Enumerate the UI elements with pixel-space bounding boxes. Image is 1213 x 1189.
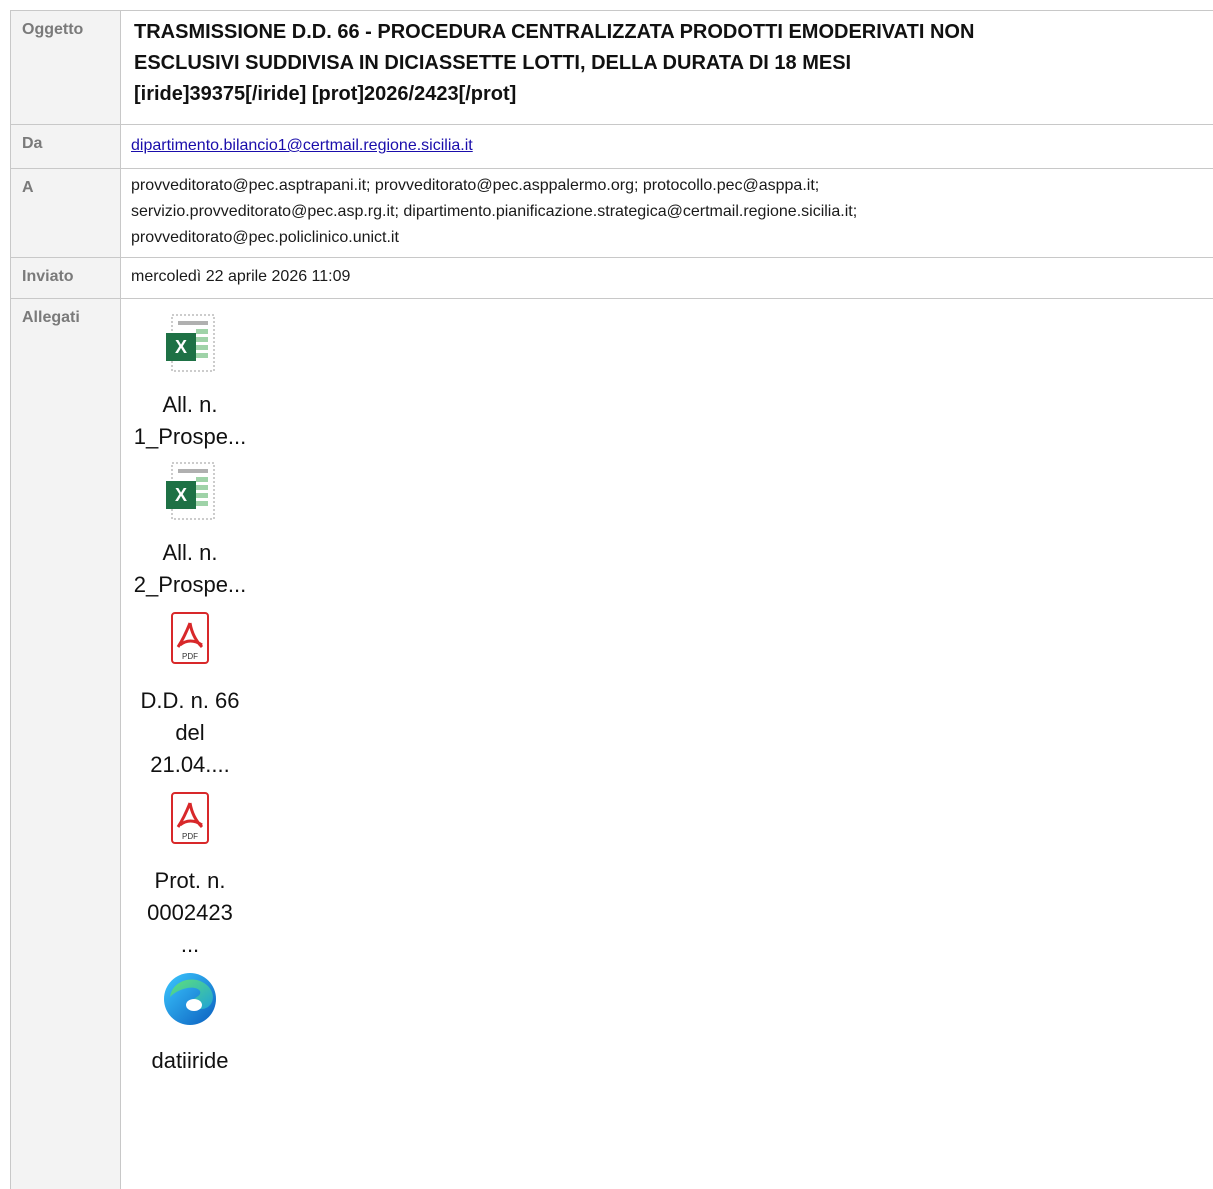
attachment-name-line-1: D.D. n. 66: [140, 688, 240, 713]
attachments-row: Allegati X All. n. 1_Prospe... X All. n.…: [10, 299, 1213, 1189]
svg-text:X: X: [175, 337, 187, 357]
attachment-name[interactable]: D.D. n. 66 del 21.04....: [135, 685, 245, 781]
attachment-name-line-1: datiiride: [151, 1048, 229, 1073]
svg-text:X: X: [175, 485, 187, 505]
from-label: Da: [10, 125, 121, 168]
subject-line-3: [iride]39375[/iride] [prot]2026/2423[/pr…: [134, 83, 517, 105]
attachment-item[interactable]: PDF Prot. n. 0002423 ...: [135, 787, 245, 967]
pdf-file-icon[interactable]: PDF: [158, 607, 222, 671]
attachment-name-line-2: 2_Prospe...: [133, 572, 247, 597]
attachment-name-line-2: 0002423 ...: [147, 900, 233, 957]
attachments-list: X All. n. 1_Prospe... X All. n. 2_Prospe…: [121, 299, 1213, 1189]
excel-file-icon[interactable]: X: [158, 459, 222, 523]
to-label: A: [10, 169, 121, 257]
attachment-name[interactable]: datiiride: [151, 1045, 228, 1077]
from-value-cell: dipartimento.bilancio1@certmail.regione.…: [121, 125, 1213, 168]
subject-value: TRASMISSIONE D.D. 66 - PROCEDURA CENTRAL…: [121, 11, 1213, 124]
to-line-3: provveditorato@pec.policlinico.unict.it: [131, 229, 399, 246]
svg-text:PDF: PDF: [182, 832, 198, 841]
attachment-name-line-1: Prot. n.: [154, 868, 226, 893]
subject-row: Oggetto TRASMISSIONE D.D. 66 - PROCEDURA…: [10, 10, 1213, 125]
attachment-item[interactable]: datiiride: [135, 967, 245, 1083]
attachment-name[interactable]: All. n. 1_Prospe...: [134, 389, 247, 453]
to-row: A provveditorato@pec.asptrapani.it; prov…: [10, 169, 1213, 258]
to-line-1: provveditorato@pec.asptrapani.it; provve…: [131, 177, 820, 194]
email-header-table: Oggetto TRASMISSIONE D.D. 66 - PROCEDURA…: [10, 10, 1213, 1189]
from-row: Da dipartimento.bilancio1@certmail.regio…: [10, 125, 1213, 169]
edge-browser-icon[interactable]: [158, 967, 222, 1031]
attachment-name-line-1: All. n.: [162, 392, 218, 417]
subject-label: Oggetto: [10, 11, 121, 124]
subject-line-1: TRASMISSIONE D.D. 66 - PROCEDURA CENTRAL…: [134, 21, 975, 43]
subject-line-2: ESCLUSIVI SUDDIVISA IN DICIASSETTE LOTTI…: [134, 52, 852, 74]
attachment-name-line-2: 1_Prospe...: [133, 424, 247, 449]
to-line-2: servizio.provveditorato@pec.asp.rg.it; d…: [131, 203, 858, 220]
excel-file-icon[interactable]: X: [158, 311, 222, 375]
to-value: provveditorato@pec.asptrapani.it; provve…: [121, 169, 1213, 257]
pdf-file-icon[interactable]: PDF: [158, 787, 222, 851]
sent-row: Inviato mercoledì 22 aprile 2026 11:09: [10, 258, 1213, 299]
attachments-label: Allegati: [10, 299, 121, 1189]
attachment-item[interactable]: X All. n. 2_Prospe...: [134, 459, 247, 607]
from-address-link[interactable]: dipartimento.bilancio1@certmail.regione.…: [131, 137, 473, 154]
sent-value: mercoledì 22 aprile 2026 11:09: [131, 268, 351, 285]
attachment-name[interactable]: Prot. n. 0002423 ...: [135, 865, 245, 961]
attachment-name-line-2: del 21.04....: [150, 720, 230, 777]
svg-text:PDF: PDF: [182, 652, 198, 661]
attachment-item[interactable]: X All. n. 1_Prospe...: [134, 311, 247, 459]
attachment-item[interactable]: PDF D.D. n. 66 del 21.04....: [135, 607, 245, 787]
attachment-name[interactable]: All. n. 2_Prospe...: [134, 537, 247, 601]
sent-label: Inviato: [10, 258, 121, 298]
attachment-name-line-1: All. n.: [162, 540, 218, 565]
